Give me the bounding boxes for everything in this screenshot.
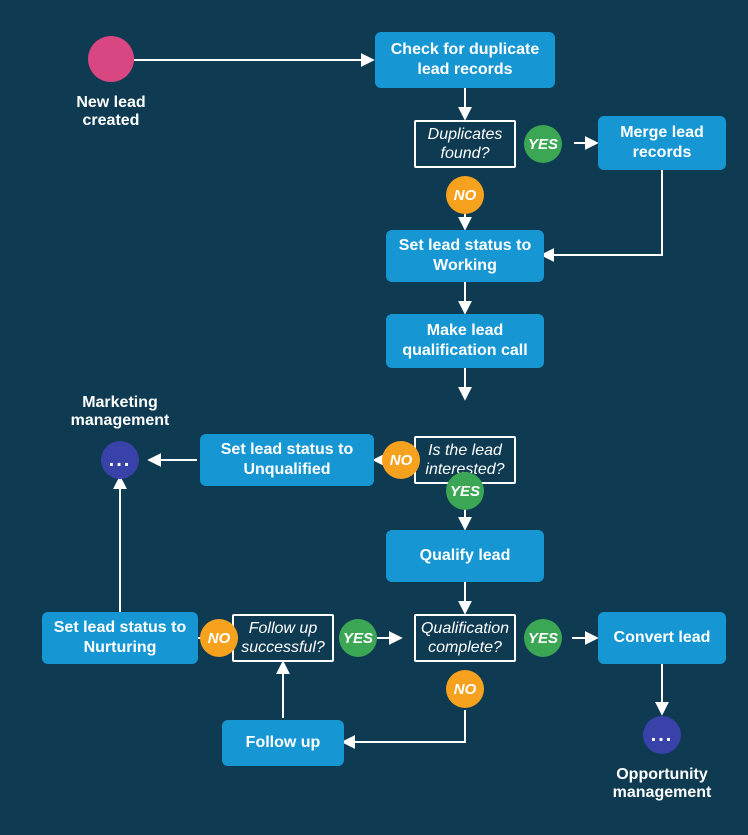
process-set-working: Set lead status to Working xyxy=(386,230,544,282)
process-check-duplicate: Check for duplicate lead records xyxy=(375,32,555,88)
arrow-merge-to-working xyxy=(543,170,662,255)
branch-yes-complete: YES xyxy=(524,619,562,657)
start-node xyxy=(88,36,134,82)
branch-no-duplicates: NO xyxy=(446,176,484,214)
process-convert: Convert lead xyxy=(598,612,726,664)
decision-qualification-complete: Qualification complete? xyxy=(414,614,516,662)
branch-yes-followup: YES xyxy=(339,619,377,657)
process-make-call: Make lead qualification call xyxy=(386,314,544,368)
branch-no-followup: NO xyxy=(200,619,238,657)
start-label: New lead created xyxy=(60,90,162,134)
subprocess-opportunity: ... xyxy=(643,716,681,754)
process-followup: Follow up xyxy=(222,720,344,766)
process-set-nurturing: Set lead status to Nurturing xyxy=(42,612,198,664)
decision-followup-successful: Follow up successful? xyxy=(232,614,334,662)
subprocess-marketing: ... xyxy=(101,441,139,479)
branch-no-complete: NO xyxy=(446,670,484,708)
process-set-unqualified: Set lead status to Unqualified xyxy=(200,434,374,486)
branch-yes-interested: YES xyxy=(446,472,484,510)
process-merge: Merge lead records xyxy=(598,116,726,170)
subprocess-opportunity-label: Opportunity management xyxy=(598,762,726,806)
decision-duplicates-found: Duplicates found? xyxy=(414,120,516,168)
branch-yes-duplicates: YES xyxy=(524,125,562,163)
arrow-no-to-followup xyxy=(344,710,465,742)
branch-no-interested: NO xyxy=(382,441,420,479)
flowchart-canvas: { "start_label": "New lead created", "pr… xyxy=(0,0,748,835)
subprocess-marketing-label: Marketing management xyxy=(66,390,174,434)
process-qualify: Qualify lead xyxy=(386,530,544,582)
